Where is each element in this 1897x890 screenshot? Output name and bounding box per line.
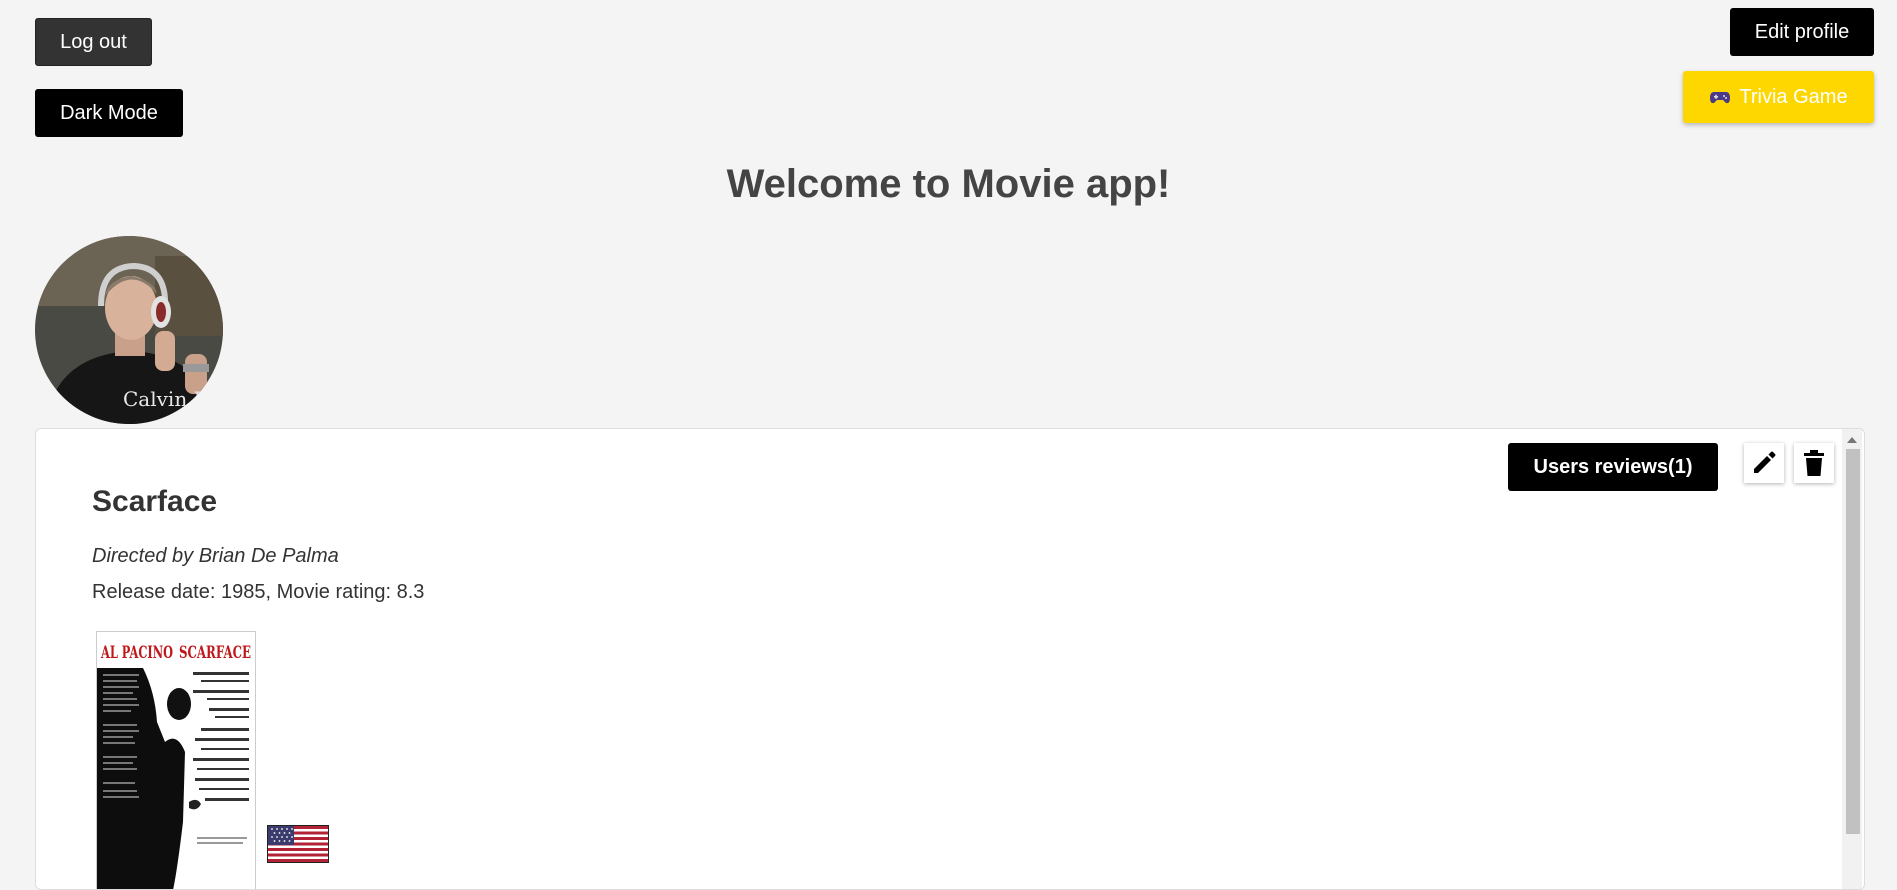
scroll-up-arrow-icon[interactable] <box>1842 433 1862 447</box>
trivia-game-button[interactable]: Trivia Game <box>1683 71 1874 123</box>
pencil-icon <box>1754 451 1776 473</box>
movie-poster: AL PACINO SCARFACE <box>96 631 256 889</box>
poster-actor-text: AL PACINO <box>100 643 173 663</box>
poster-title-text: SCARFACE <box>179 643 251 663</box>
trivia-game-label: Trivia Game <box>1739 85 1848 108</box>
movie-title: Scarface <box>92 485 218 518</box>
delete-movie-button[interactable] <box>1794 443 1834 483</box>
avatar: Calvin Klein <box>35 236 223 424</box>
edit-movie-button[interactable] <box>1744 443 1784 483</box>
trash-icon <box>1804 450 1824 476</box>
scrollbar-thumb[interactable] <box>1846 449 1860 834</box>
movie-director: Directed by Brian De Palma <box>92 545 339 567</box>
card-scrollbar[interactable] <box>1842 429 1862 889</box>
edit-profile-button[interactable]: Edit profile <box>1730 8 1874 56</box>
users-reviews-button[interactable]: Users reviews(1) <box>1508 443 1718 491</box>
movie-release-info: Release date: 1985, Movie rating: 8.3 <box>92 581 425 603</box>
us-flag-icon <box>267 825 329 863</box>
gamepad-icon <box>1709 88 1731 106</box>
dark-mode-button[interactable]: Dark Mode <box>35 89 183 137</box>
page-title: Welcome to Movie app! <box>726 162 1171 206</box>
logout-button[interactable]: Log out <box>35 18 152 66</box>
avatar-shirt-text: Calvin Klein <box>123 387 223 411</box>
movie-card: Users reviews(1) Scarface Directed by Br… <box>35 428 1865 890</box>
